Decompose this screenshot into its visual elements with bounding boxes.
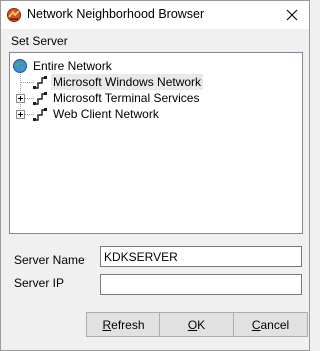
tree-item-microsoft-windows-network[interactable]: Microsoft Windows Network [32,74,204,90]
server-name-label: Server Name [14,253,85,267]
globe-icon [13,59,27,73]
tree-item-microsoft-terminal-services[interactable]: Microsoft Terminal Services [32,90,201,106]
tree-item-entire-network[interactable]: Entire Network [12,58,114,74]
network-icon [33,76,47,89]
tree-item-label: Microsoft Windows Network [51,74,204,90]
network-icon [33,92,47,105]
expand-toggle[interactable] [16,110,25,119]
close-icon [286,9,298,21]
server-ip-label: Server IP [14,276,65,290]
close-button[interactable] [275,1,309,29]
title-bar[interactable]: Network Neighborhood Browser [1,1,309,29]
cancel-label: ancel [260,317,290,332]
refresh-accelerator: R [102,317,112,332]
tree-item-label: Entire Network [33,59,112,73]
dialog-window: Network Neighborhood Browser Set Server … [0,0,310,351]
refresh-label: efresh [111,317,145,332]
server-name-input[interactable] [100,246,302,267]
tree-item-label: Microsoft Terminal Services [53,91,200,105]
ok-accelerator: O [187,317,198,332]
network-icon [33,108,47,121]
ok-label: K [197,317,206,332]
cancel-button[interactable]: Cancel [233,312,308,337]
cancel-accelerator: C [251,317,261,332]
tree-item-label: Web Client Network [53,107,159,121]
server-ip-input[interactable] [100,274,302,295]
tree-item-web-client-network[interactable]: Web Client Network [32,106,161,122]
set-server-label: Set Server [11,34,68,48]
window-title: Network Neighborhood Browser [27,7,205,21]
network-tree[interactable]: Entire Network Microsoft Windows Network… [9,52,303,234]
expand-toggle[interactable] [16,94,25,103]
ok-button[interactable]: OK [159,312,234,337]
network-browser-icon [7,8,21,22]
refresh-button[interactable]: Refresh [86,312,161,337]
